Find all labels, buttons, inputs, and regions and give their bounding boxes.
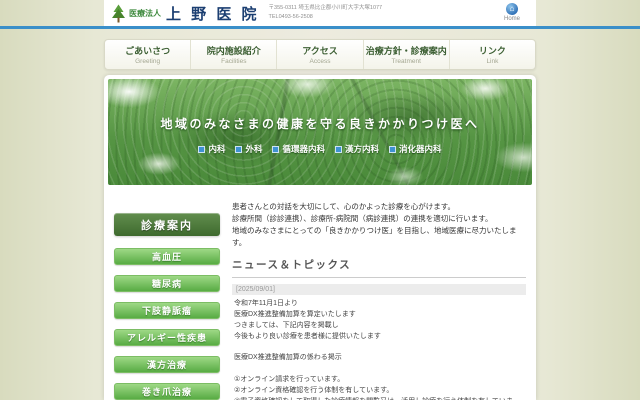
nav-sublabel: Greeting xyxy=(135,58,160,65)
accent-divider xyxy=(0,26,640,29)
news-line xyxy=(232,364,526,375)
news-line: 今後もより良い診療を患者様に提供いたします xyxy=(232,332,526,343)
nav-item-link[interactable]: リンク Link xyxy=(449,40,535,69)
news-entry: [2025/09/01] 令和7年11月1日より 医療DX推進整備加算を算定いた… xyxy=(232,284,526,400)
sidebar-item-diabetes[interactable]: 糖尿病 xyxy=(114,275,220,292)
department-label: 循環器内科 xyxy=(282,143,325,155)
news-line: ②オンライン資格確認を行う体制を有しています。 xyxy=(232,386,526,397)
org-type-label: 医療法人 xyxy=(129,8,161,19)
news-line: 医療DX推進整備加算を算定いたします xyxy=(232,310,526,321)
nav-label: リンク xyxy=(479,44,506,57)
news-topics-heading: ニュース＆トピックス xyxy=(232,257,526,278)
home-button[interactable]: ⌂ Home xyxy=(504,3,520,22)
intro-text: 患者さんとの対話を大切にして、心のかよった診療を心がけます。 診療所間（診診連携… xyxy=(232,201,526,249)
nav-label: ごあいさつ xyxy=(125,44,170,57)
sidebar-header-shinryo-annai[interactable]: 診療案内 xyxy=(114,213,220,236)
sidebar-item-allergy[interactable]: アレルギー性疾患 xyxy=(114,329,220,346)
dept-square-icon xyxy=(235,146,242,153)
department-item: 循環器内科 xyxy=(272,143,325,155)
department-list: 内科 外科 循環器内科 漢方内科 消化器内科 xyxy=(108,143,532,155)
nav-label: 院内施設紹介 xyxy=(207,44,261,57)
dept-square-icon xyxy=(389,146,396,153)
news-line: 令和7年11月1日より xyxy=(232,299,526,310)
intro-line: 診療所間（診診連携）、診療所-病院間（病診連携）の連携を適切に行います。 xyxy=(232,213,526,225)
hero-catchphrase: 地域のみなさまの健康を守る良きかかりつけ医へ xyxy=(108,115,532,132)
home-label: Home xyxy=(504,16,520,22)
news-line xyxy=(232,342,526,353)
address-line: 〒355-0311 埼玉県比企郡小川町大字大塚1077 xyxy=(269,4,383,13)
intro-line: 地域のみなさまにとっての「良きかかりつけ医」を目指し、地域医療に尽力いたします。 xyxy=(232,225,526,249)
department-item: 内科 xyxy=(198,143,225,155)
news-line: ①オンライン請求を行っています。 xyxy=(232,375,526,386)
news-date-badge: [2025/09/01] xyxy=(232,284,526,295)
nav-sublabel: Facilities xyxy=(221,58,246,65)
nav-sublabel: Access xyxy=(310,58,331,65)
content-card: 地域のみなさまの健康を守る良きかかりつけ医へ 内科 外科 循環器内科 漢方内科 … xyxy=(104,75,536,400)
nav-sublabel: Link xyxy=(486,58,498,65)
tree-logo-icon xyxy=(112,4,125,23)
clinic-logo[interactable]: 医療法人 上 野 医 院 xyxy=(112,3,260,24)
sidebar-menu: 診療案内 高血圧 糖尿病 下肢静脈瘤 アレルギー性疾患 漢方治療 巻き爪治療 xyxy=(114,201,220,400)
main-content: 患者さんとの対話を大切にして、心のかよった診療を心がけます。 診療所間（診診連携… xyxy=(220,201,526,400)
news-line: 医療DX推進整備加算の係わる掲示 xyxy=(232,353,526,364)
news-line: つきましては、下記内容を掲載し xyxy=(232,321,526,332)
hero-image: 地域のみなさまの健康を守る良きかかりつけ医へ 内科 外科 循環器内科 漢方内科 … xyxy=(108,79,532,185)
clinic-name: 上 野 医 院 xyxy=(166,3,260,24)
department-label: 内科 xyxy=(208,143,225,155)
clinic-address: 〒355-0311 埼玉県比企郡小川町大字大塚1077 TEL0493-56-2… xyxy=(269,4,383,22)
department-item: 消化器内科 xyxy=(389,143,442,155)
nav-label: アクセス xyxy=(302,44,338,57)
department-label: 漢方内科 xyxy=(345,143,379,155)
nav-item-access[interactable]: アクセス Access xyxy=(276,40,362,69)
nav-item-facilities[interactable]: 院内施設紹介 Facilities xyxy=(190,40,276,69)
main-nav: ごあいさつ Greeting 院内施設紹介 Facilities アクセス Ac… xyxy=(104,39,536,70)
header: 医療法人 上 野 医 院 〒355-0311 埼玉県比企郡小川町大字大塚1077… xyxy=(0,0,640,26)
nav-label: 治療方針・診療案内 xyxy=(366,44,447,57)
department-label: 外科 xyxy=(245,143,262,155)
tel-line: TEL0493-56-2508 xyxy=(269,13,383,22)
department-item: 漢方内科 xyxy=(335,143,379,155)
intro-line: 患者さんとの対話を大切にして、心のかよった診療を心がけます。 xyxy=(232,201,526,213)
sidebar-item-varicose-veins[interactable]: 下肢静脈瘤 xyxy=(114,302,220,319)
sidebar-item-kampo[interactable]: 漢方治療 xyxy=(114,356,220,373)
home-icon[interactable]: ⌂ xyxy=(506,3,518,15)
sidebar-item-hypertension[interactable]: 高血圧 xyxy=(114,248,220,265)
nav-item-greeting[interactable]: ごあいさつ Greeting xyxy=(105,40,190,69)
sidebar-item-ingrown-nail[interactable]: 巻き爪治療 xyxy=(114,383,220,400)
department-item: 外科 xyxy=(235,143,262,155)
dept-square-icon xyxy=(335,146,342,153)
page-background: { "header": { "org_type": "医療法人", "clini… xyxy=(0,0,640,400)
dept-square-icon xyxy=(198,146,205,153)
nav-item-treatment[interactable]: 治療方針・診療案内 Treatment xyxy=(363,40,449,69)
news-line: ③電子資格確認をして取得した診療情報を閲覧又は、活用し診療を行う体制を有していま… xyxy=(232,397,526,400)
department-label: 消化器内科 xyxy=(399,143,442,155)
nav-sublabel: Treatment xyxy=(392,58,421,65)
dept-square-icon xyxy=(272,146,279,153)
